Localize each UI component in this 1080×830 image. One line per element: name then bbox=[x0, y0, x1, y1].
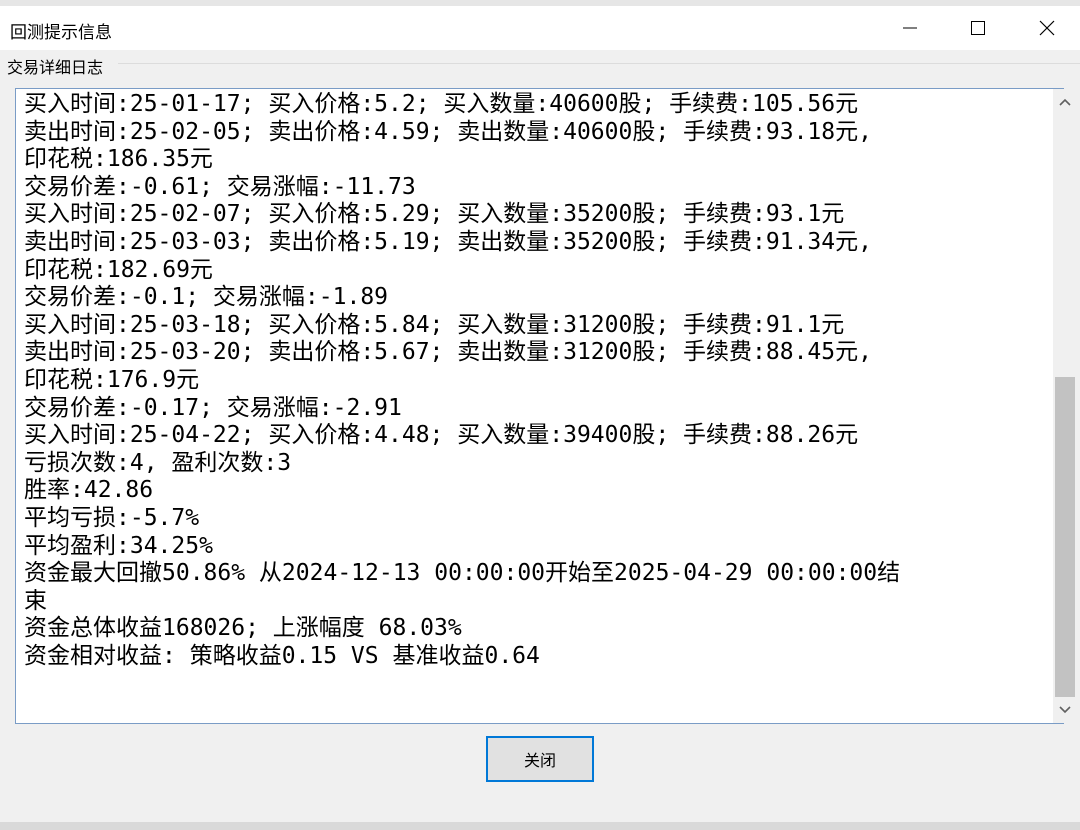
log-line: 资金相对收益: 策略收益0.15 VS 基准收益0.64 bbox=[24, 642, 540, 669]
log-line: 资金最大回撤50.86% 从2024-12-13 00:00:00开始至2025… bbox=[24, 560, 901, 587]
log-line: 卖出时间:25-03-20; 卖出价格:5.67; 卖出数量:31200股; 手… bbox=[24, 339, 872, 366]
minimize-icon bbox=[903, 27, 917, 29]
scroll-up-button[interactable] bbox=[1053, 89, 1077, 115]
maximize-button[interactable] bbox=[943, 6, 1013, 50]
log-line: 印花税:186.35元 bbox=[24, 146, 213, 173]
group-box-label: 交易详细日志 bbox=[7, 54, 108, 78]
maximize-icon bbox=[971, 21, 985, 35]
chevron-down-icon bbox=[1059, 706, 1071, 714]
log-line: 平均亏损:-5.7% bbox=[24, 504, 200, 531]
log-line: 交易价差:-0.1; 交易涨幅:-1.89 bbox=[24, 284, 389, 311]
close-icon bbox=[1039, 20, 1055, 36]
log-line: 印花税:176.9元 bbox=[24, 366, 200, 393]
trade-log-textbox[interactable]: 买入时间:25-01-17; 买入价格:5.2; 买入数量:40600股; 手续… bbox=[15, 88, 1077, 724]
scroll-down-button[interactable] bbox=[1053, 697, 1077, 723]
title-bar: 回测提示信息 bbox=[0, 0, 1080, 50]
log-line: 买入时间:25-04-22; 买入价格:4.48; 买入数量:39400股; 手… bbox=[24, 422, 859, 449]
chevron-up-icon bbox=[1059, 98, 1071, 106]
log-line: 胜率:42.86 bbox=[24, 477, 154, 504]
log-line: 买入时间:25-03-18; 买入价格:5.84; 买入数量:31200股; 手… bbox=[24, 311, 845, 338]
close-button[interactable]: 关闭 bbox=[486, 736, 594, 782]
log-line: 资金总体收益168026; 上涨幅度 68.03% bbox=[24, 615, 462, 642]
vertical-scrollbar[interactable] bbox=[1053, 89, 1077, 723]
window-bottom-edge bbox=[0, 822, 1080, 830]
log-line: 平均盈利:34.25% bbox=[24, 532, 213, 559]
group-box-divider bbox=[118, 63, 1080, 64]
log-line: 交易价差:-0.17; 交易涨幅:-2.91 bbox=[24, 394, 402, 421]
close-window-button[interactable] bbox=[1012, 6, 1080, 50]
log-line: 印花税:182.69元 bbox=[24, 256, 213, 283]
log-line: 束 bbox=[24, 587, 47, 614]
log-line: 卖出时间:25-03-03; 卖出价格:5.19; 卖出数量:35200股; 手… bbox=[24, 228, 872, 255]
window-title: 回测提示信息 bbox=[10, 23, 112, 43]
log-line: 买入时间:25-01-17; 买入价格:5.2; 买入数量:40600股; 手续… bbox=[24, 91, 859, 117]
trade-log-content: 买入时间:25-01-17; 买入价格:5.2; 买入数量:40600股; 手续… bbox=[24, 91, 1034, 670]
log-line: 卖出时间:25-02-05; 卖出价格:4.59; 卖出数量:40600股; 手… bbox=[24, 118, 872, 145]
log-line: 亏损次数:4, 盈利次数:3 bbox=[24, 449, 292, 476]
log-line: 买入时间:25-02-07; 买入价格:5.29; 买入数量:35200股; 手… bbox=[24, 201, 845, 228]
scroll-thumb[interactable] bbox=[1055, 377, 1075, 697]
minimize-button[interactable] bbox=[875, 6, 945, 50]
log-line: 交易价差:-0.61; 交易涨幅:-11.73 bbox=[24, 173, 416, 200]
